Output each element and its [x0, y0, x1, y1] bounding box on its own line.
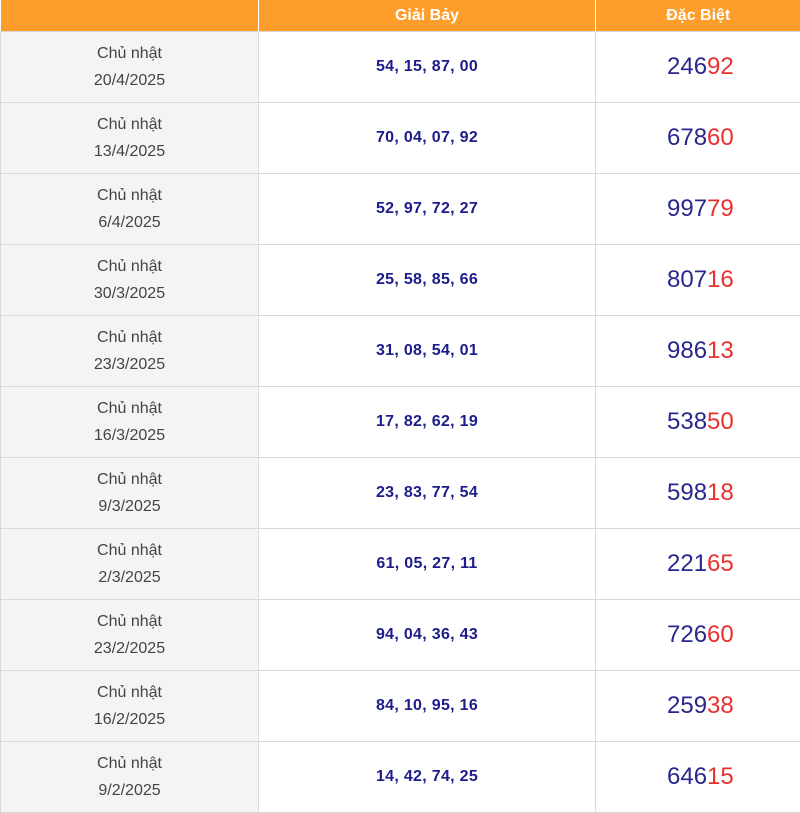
- special-prize-cell: 25938: [596, 671, 800, 742]
- weekday-label: Chủ nhật: [1, 679, 258, 706]
- special-prize-head: 259: [667, 692, 707, 719]
- draw-date-cell: Chủ nhật 9/3/2025: [1, 458, 259, 529]
- draw-date-cell: Chủ nhật 30/3/2025: [1, 245, 259, 316]
- table-row: Chủ nhật 16/2/2025 84, 10, 95, 16 25938: [1, 671, 800, 742]
- special-prize-tail: 79: [707, 195, 734, 222]
- special-prize-cell: 80716: [596, 245, 800, 316]
- giai-bay-numbers: 61, 05, 27, 11: [259, 529, 596, 600]
- special-prize-head: 807: [667, 266, 707, 293]
- special-prize-head: 646: [667, 763, 707, 790]
- giai-bay-numbers: 84, 10, 95, 16: [259, 671, 596, 742]
- weekday-label: Chủ nhật: [1, 608, 258, 635]
- special-prize-head: 221: [667, 550, 707, 577]
- giai-bay-numbers: 17, 82, 62, 19: [259, 387, 596, 458]
- weekday-label: Chủ nhật: [1, 40, 258, 67]
- draw-date-link[interactable]: 23/3/2025: [1, 351, 258, 378]
- special-prize-cell: 72660: [596, 600, 800, 671]
- draw-date-link[interactable]: 2/3/2025: [1, 564, 258, 591]
- draw-date-link[interactable]: 9/3/2025: [1, 493, 258, 520]
- special-prize-cell: 59818: [596, 458, 800, 529]
- special-prize-tail: 60: [707, 621, 734, 648]
- giai-bay-numbers: 70, 04, 07, 92: [259, 103, 596, 174]
- weekday-label: Chủ nhật: [1, 395, 258, 422]
- special-prize-head: 678: [667, 124, 707, 151]
- table-row: Chủ nhật 13/4/2025 70, 04, 07, 92 67860: [1, 103, 800, 174]
- draw-date-cell: Chủ nhật 2/3/2025: [1, 529, 259, 600]
- draw-date-link[interactable]: 23/2/2025: [1, 635, 258, 662]
- table-row: Chủ nhật 6/4/2025 52, 97, 72, 27 99779: [1, 174, 800, 245]
- special-prize-cell: 67860: [596, 103, 800, 174]
- special-prize-head: 726: [667, 621, 707, 648]
- weekday-label: Chủ nhật: [1, 750, 258, 777]
- weekday-label: Chủ nhật: [1, 537, 258, 564]
- special-prize-cell: 53850: [596, 387, 800, 458]
- special-prize-tail: 15: [707, 763, 734, 790]
- table-row: Chủ nhật 9/3/2025 23, 83, 77, 54 59818: [1, 458, 800, 529]
- draw-date-link[interactable]: 6/4/2025: [1, 209, 258, 236]
- draw-date-cell: Chủ nhật 6/4/2025: [1, 174, 259, 245]
- special-prize-tail: 16: [707, 266, 734, 293]
- special-prize-cell: 24692: [596, 32, 800, 103]
- table-row: Chủ nhật 9/2/2025 14, 42, 74, 25 64615: [1, 742, 800, 813]
- table-row: Chủ nhật 16/3/2025 17, 82, 62, 19 53850: [1, 387, 800, 458]
- lottery-results-table: Giải Bảy Đặc Biệt Chủ nhật 20/4/2025 54,…: [0, 0, 800, 813]
- table-header: Giải Bảy Đặc Biệt: [1, 0, 800, 32]
- giai-bay-numbers: 31, 08, 54, 01: [259, 316, 596, 387]
- header-giai-bay: Giải Bảy: [259, 0, 596, 32]
- special-prize-cell: 98613: [596, 316, 800, 387]
- special-prize-tail: 38: [707, 692, 734, 719]
- draw-date-link[interactable]: 13/4/2025: [1, 138, 258, 165]
- draw-date-link[interactable]: 16/2/2025: [1, 706, 258, 733]
- table-body: Chủ nhật 20/4/2025 54, 15, 87, 00 24692 …: [1, 32, 800, 813]
- giai-bay-numbers: 54, 15, 87, 00: [259, 32, 596, 103]
- draw-date-link[interactable]: 16/3/2025: [1, 422, 258, 449]
- special-prize-cell: 64615: [596, 742, 800, 813]
- weekday-label: Chủ nhật: [1, 324, 258, 351]
- draw-date-cell: Chủ nhật 16/2/2025: [1, 671, 259, 742]
- weekday-label: Chủ nhật: [1, 182, 258, 209]
- header-date: [1, 0, 259, 32]
- giai-bay-numbers: 23, 83, 77, 54: [259, 458, 596, 529]
- special-prize-tail: 65: [707, 550, 734, 577]
- special-prize-head: 538: [667, 408, 707, 435]
- special-prize-head: 997: [667, 195, 707, 222]
- special-prize-cell: 22165: [596, 529, 800, 600]
- weekday-label: Chủ nhật: [1, 466, 258, 493]
- draw-date-cell: Chủ nhật 20/4/2025: [1, 32, 259, 103]
- special-prize-tail: 92: [707, 53, 734, 80]
- draw-date-link[interactable]: 30/3/2025: [1, 280, 258, 307]
- giai-bay-numbers: 94, 04, 36, 43: [259, 600, 596, 671]
- special-prize-tail: 50: [707, 408, 734, 435]
- header-row: Giải Bảy Đặc Biệt: [1, 0, 800, 32]
- header-dac-biet: Đặc Biệt: [596, 0, 800, 32]
- special-prize-head: 246: [667, 53, 707, 80]
- giai-bay-numbers: 14, 42, 74, 25: [259, 742, 596, 813]
- special-prize-head: 986: [667, 337, 707, 364]
- special-prize-tail: 18: [707, 479, 734, 506]
- special-prize-tail: 60: [707, 124, 734, 151]
- giai-bay-numbers: 25, 58, 85, 66: [259, 245, 596, 316]
- draw-date-link[interactable]: 9/2/2025: [1, 777, 258, 804]
- table-row: Chủ nhật 20/4/2025 54, 15, 87, 00 24692: [1, 32, 800, 103]
- weekday-label: Chủ nhật: [1, 111, 258, 138]
- draw-date-cell: Chủ nhật 16/3/2025: [1, 387, 259, 458]
- giai-bay-numbers: 52, 97, 72, 27: [259, 174, 596, 245]
- table-row: Chủ nhật 23/2/2025 94, 04, 36, 43 72660: [1, 600, 800, 671]
- table-row: Chủ nhật 30/3/2025 25, 58, 85, 66 80716: [1, 245, 800, 316]
- table-row: Chủ nhật 2/3/2025 61, 05, 27, 11 22165: [1, 529, 800, 600]
- table-row: Chủ nhật 23/3/2025 31, 08, 54, 01 98613: [1, 316, 800, 387]
- draw-date-cell: Chủ nhật 9/2/2025: [1, 742, 259, 813]
- draw-date-link[interactable]: 20/4/2025: [1, 67, 258, 94]
- draw-date-cell: Chủ nhật 13/4/2025: [1, 103, 259, 174]
- draw-date-cell: Chủ nhật 23/3/2025: [1, 316, 259, 387]
- draw-date-cell: Chủ nhật 23/2/2025: [1, 600, 259, 671]
- special-prize-head: 598: [667, 479, 707, 506]
- weekday-label: Chủ nhật: [1, 253, 258, 280]
- special-prize-cell: 99779: [596, 174, 800, 245]
- special-prize-tail: 13: [707, 337, 734, 364]
